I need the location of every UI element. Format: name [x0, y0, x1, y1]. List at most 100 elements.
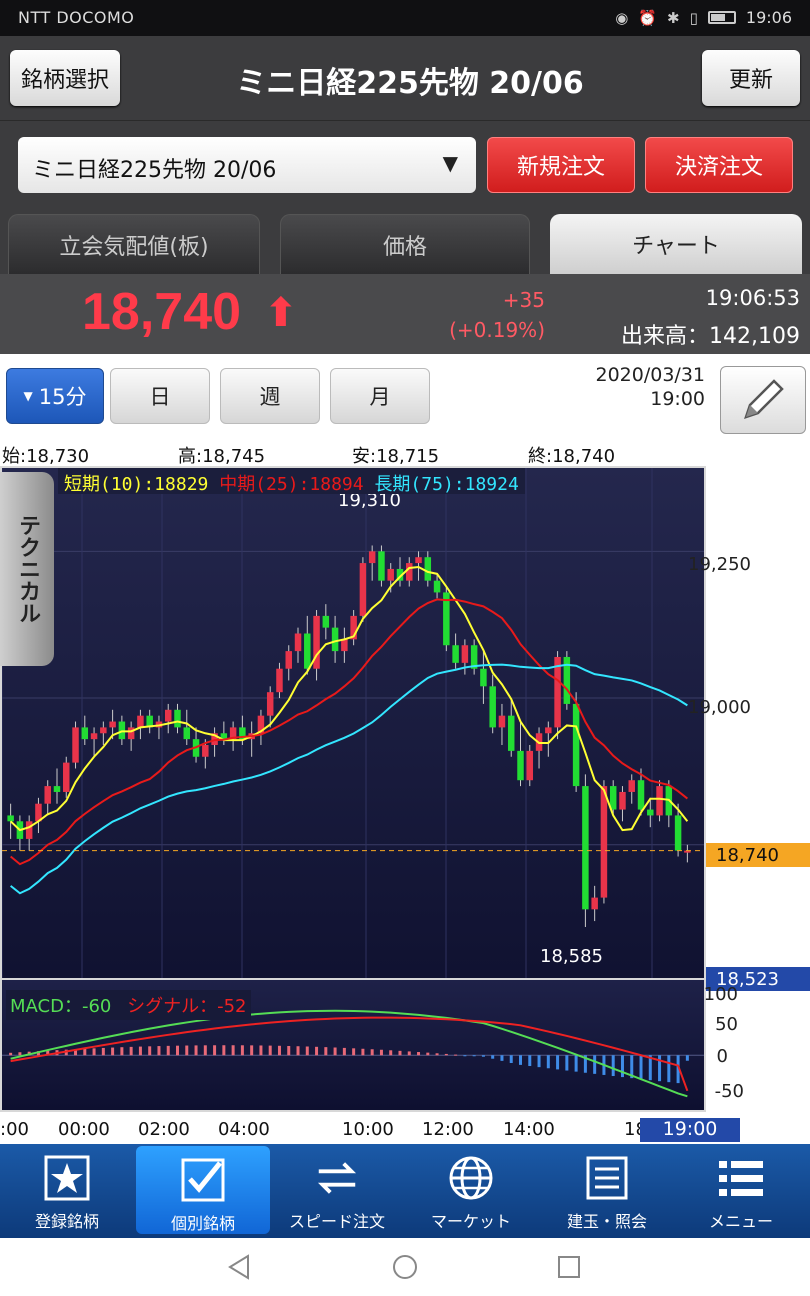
macd-histogram-bar: [194, 1045, 198, 1056]
candle-body: [266, 692, 274, 716]
macd-histogram-bar: [463, 1055, 467, 1057]
nav-favorites-label: 登録銘柄: [34, 1212, 99, 1231]
macd-histogram-bar: [389, 1050, 393, 1056]
nav-favorites[interactable]: 登録銘柄: [0, 1144, 134, 1238]
x-tick: :00: [0, 1119, 29, 1140]
nav-speed-order[interactable]: スピード注文: [270, 1144, 404, 1238]
candle-body: [359, 563, 367, 616]
legend-ma-short: 短期(10):18829: [64, 474, 209, 495]
macd-histogram-bar: [565, 1055, 569, 1071]
candle-body: [609, 786, 617, 810]
candle-body: [498, 715, 506, 728]
nav-market[interactable]: マーケット: [404, 1144, 538, 1238]
price-change: +35: [502, 288, 545, 312]
tab-chart[interactable]: チャート: [550, 214, 802, 274]
macd-tick-0: 0: [716, 1046, 728, 1067]
macd-histogram-bar: [213, 1045, 217, 1056]
candle-body: [628, 780, 635, 792]
nav-position[interactable]: 建玉・照会: [540, 1144, 674, 1238]
candle-body: [415, 557, 422, 564]
macd-tick-minus50: -50: [714, 1081, 744, 1102]
chart-time: 19:00: [650, 388, 705, 410]
last-price-badge: 18,740: [706, 843, 810, 867]
macd-histogram-bar: [231, 1045, 235, 1056]
candle-body: [72, 727, 79, 763]
recents-icon[interactable]: [554, 1252, 584, 1282]
macd-histogram-bar: [138, 1046, 142, 1056]
new-order-button[interactable]: 新規注文: [487, 137, 635, 193]
symbol-dropdown[interactable]: ミニ日経225先物 20/06 ▼: [18, 137, 476, 193]
status-icons: ◉ ⏰ ✱ ▯ 19:06: [615, 8, 792, 27]
candle-body: [526, 750, 534, 781]
macd-histogram-bar: [111, 1047, 115, 1056]
caret-down-icon: ▼: [442, 151, 458, 175]
candle-body: [507, 715, 515, 751]
battery-icon: [707, 11, 736, 24]
candle-body: [387, 568, 394, 581]
macd-histogram-bar: [277, 1045, 281, 1056]
draw-tool-button[interactable]: [720, 366, 806, 434]
x-current-time-badge: 19:00: [640, 1118, 740, 1142]
page-title: ミニ日経225先物 20/06: [236, 66, 584, 101]
refresh-button[interactable]: 更新: [702, 50, 800, 106]
order-toolbar: ミニ日経225先物 20/06 ▼ 新規注文 決済注文: [0, 120, 810, 214]
x-tick: 12:00: [422, 1119, 474, 1140]
macd-histogram-bar: [157, 1046, 161, 1056]
back-icon[interactable]: [224, 1252, 254, 1282]
candle-body: [304, 633, 311, 669]
macd-histogram-bar: [491, 1055, 495, 1059]
quote-panel: 18,740 ⬆ +35 (+0.19%) 19:06:53 出来高：142,1…: [0, 274, 810, 354]
macd-histogram-bar: [185, 1045, 189, 1056]
macd-histogram-bar: [305, 1046, 309, 1056]
nav-menu[interactable]: メニュー: [674, 1144, 808, 1238]
carrier-name: NTT DOCOMO: [18, 8, 135, 27]
home-icon[interactable]: [390, 1252, 420, 1282]
technical-side-tab[interactable]: テクニカル: [0, 472, 54, 666]
macd-histogram-bar: [259, 1045, 263, 1056]
macd-histogram-bar: [546, 1055, 550, 1069]
candle-body: [100, 727, 107, 734]
candle-body: [424, 557, 432, 581]
nav-individual[interactable]: 個別銘柄: [136, 1146, 270, 1234]
period-day-button[interactable]: 日: [110, 368, 210, 424]
symbol-select-button[interactable]: 銘柄選択: [10, 50, 120, 106]
macd-histogram-bar: [509, 1055, 513, 1063]
current-price: 18,740: [82, 283, 242, 341]
legend-signal: シグナル：-52: [127, 996, 247, 1017]
candle-body: [572, 703, 580, 787]
candle-body: [461, 645, 469, 663]
candle-body: [600, 786, 608, 898]
price-chart-svg: 19,31018,585: [2, 468, 704, 978]
macd-histogram-bar: [129, 1046, 133, 1056]
ohlc-high: 高:18,745: [178, 446, 266, 467]
macd-histogram-bar: [454, 1054, 458, 1056]
candle-body: [545, 727, 552, 734]
period-week-button[interactable]: 週: [220, 368, 320, 424]
macd-histogram-bar: [222, 1045, 226, 1056]
period-month-button[interactable]: 月: [330, 368, 430, 424]
candle-body: [202, 745, 209, 757]
macd-histogram-bar: [500, 1055, 504, 1061]
y-tick-19000: 19,000: [688, 697, 751, 718]
macd-histogram-bar: [667, 1055, 671, 1083]
price-change-percent: (+0.19%): [449, 318, 545, 342]
candle-body: [406, 563, 413, 581]
macd-histogram-bar: [370, 1049, 374, 1056]
star-icon: [43, 1154, 91, 1202]
candle-body: [489, 686, 496, 728]
price-plot[interactable]: 19,310 18,585: [0, 466, 706, 980]
period-15min-button[interactable]: ▼ 15分: [6, 368, 104, 424]
macd-tick-50: 50: [715, 1014, 738, 1035]
candle-body: [656, 786, 663, 816]
tab-order-book[interactable]: 立会気配値(板): [8, 214, 260, 274]
x-tick: 14:00: [503, 1119, 555, 1140]
close-order-button[interactable]: 決済注文: [645, 137, 793, 193]
candle-body: [674, 815, 682, 851]
bluetooth-icon: ✱: [667, 8, 680, 27]
document-list-icon: [583, 1154, 631, 1202]
ohlc-open: 始:18,730: [2, 446, 90, 467]
tab-price[interactable]: 価格: [280, 214, 530, 274]
candle-body: [433, 580, 441, 593]
quote-time: 19:06:53: [705, 286, 800, 310]
macd-histogram-bar: [315, 1046, 319, 1056]
